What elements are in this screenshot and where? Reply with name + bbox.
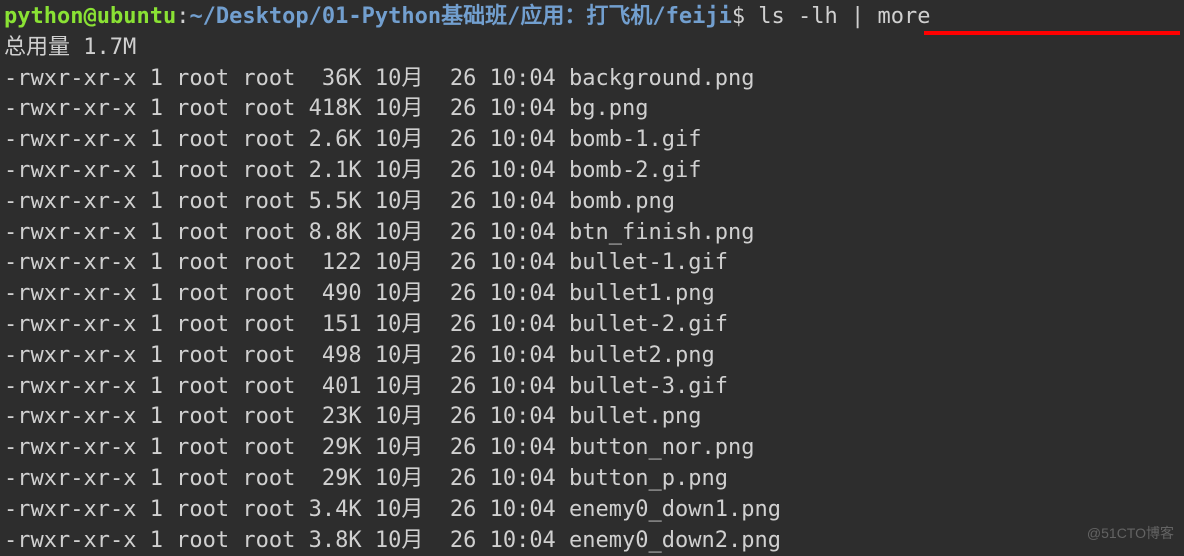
file-row: -rwxr-xr-x 1 root root 8.8K 10月 26 10:04… [4, 218, 1180, 249]
total-line: 总用量 1.7M [4, 33, 1180, 64]
file-row: -rwxr-xr-x 1 root root 3.4K 10月 26 10:04… [4, 495, 1180, 526]
file-row: -rwxr-xr-x 1 root root 36K 10月 26 10:04 … [4, 64, 1180, 95]
file-list: -rwxr-xr-x 1 root root 36K 10月 26 10:04 … [4, 64, 1180, 556]
file-row: -rwxr-xr-x 1 root root 151 10月 26 10:04 … [4, 310, 1180, 341]
user-host: python@ubuntu [4, 4, 176, 29]
file-row: -rwxr-xr-x 1 root root 29K 10月 26 10:04 … [4, 464, 1180, 495]
command-input[interactable]: ls -lh | more [745, 4, 930, 29]
annotation-underline [924, 31, 1180, 35]
prompt-colon: : [176, 4, 189, 29]
file-row: -rwxr-xr-x 1 root root 498 10月 26 10:04 … [4, 341, 1180, 372]
file-row: -rwxr-xr-x 1 root root 2.1K 10月 26 10:04… [4, 156, 1180, 187]
current-path: ~/Desktop/01-Python基础班/应用：打飞机/feiji [189, 4, 731, 29]
file-row: -rwxr-xr-x 1 root root 401 10月 26 10:04 … [4, 372, 1180, 403]
file-row: -rwxr-xr-x 1 root root 3.8K 10月 26 10:04… [4, 526, 1180, 556]
watermark: @51CTO博客 [1087, 524, 1174, 544]
prompt-line[interactable]: python@ubuntu:~/Desktop/01-Python基础班/应用：… [4, 2, 1180, 33]
file-row: -rwxr-xr-x 1 root root 2.6K 10月 26 10:04… [4, 125, 1180, 156]
file-row: -rwxr-xr-x 1 root root 418K 10月 26 10:04… [4, 94, 1180, 125]
file-row: -rwxr-xr-x 1 root root 29K 10月 26 10:04 … [4, 433, 1180, 464]
file-row: -rwxr-xr-x 1 root root 122 10月 26 10:04 … [4, 248, 1180, 279]
file-row: -rwxr-xr-x 1 root root 490 10月 26 10:04 … [4, 279, 1180, 310]
file-row: -rwxr-xr-x 1 root root 5.5K 10月 26 10:04… [4, 187, 1180, 218]
file-row: -rwxr-xr-x 1 root root 23K 10月 26 10:04 … [4, 402, 1180, 433]
prompt-dollar: $ [732, 4, 745, 29]
